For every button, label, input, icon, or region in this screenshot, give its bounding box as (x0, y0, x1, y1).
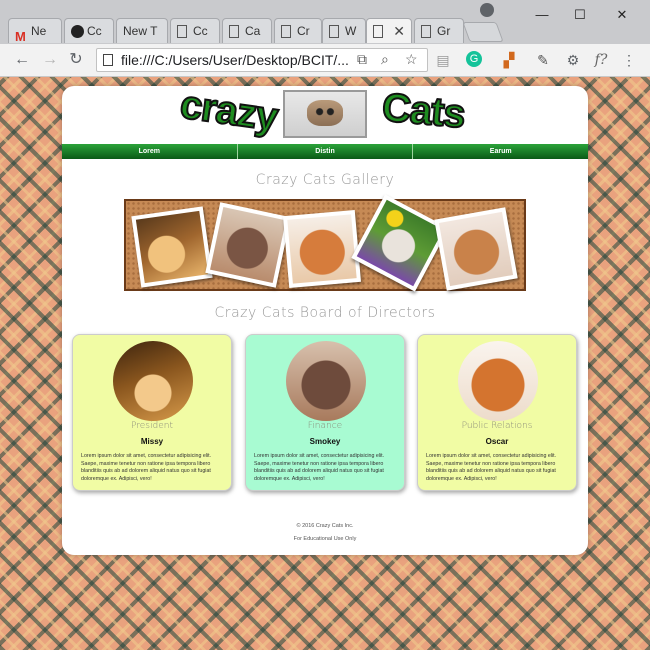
director-role: Finance (307, 421, 343, 431)
close-window-button[interactable]: ✕ (610, 6, 634, 24)
logo-text-left: crazy (176, 81, 280, 140)
page-icon (421, 25, 431, 38)
director-bio: Lorem ipsum dolor sit amet, consectetur … (426, 453, 557, 482)
page-info-icon[interactable] (103, 54, 113, 66)
toolbar: ← → ↻ file:///C:/Users/User/Desktop/BCIT… (0, 44, 650, 76)
function-extension-icon[interactable]: f? (592, 51, 610, 69)
tab-label: Ca (245, 24, 261, 38)
reload-icon[interactable]: ↻ (66, 50, 86, 70)
forward-icon[interactable]: → (40, 50, 60, 70)
nav-item-distin[interactable]: Distin (238, 144, 414, 159)
director-role: Public Relations (461, 421, 533, 431)
tab-label: Ne (31, 24, 47, 38)
page-icon (229, 25, 239, 38)
tab-gmail[interactable]: M Ne (8, 18, 62, 43)
logo-cat-image (283, 90, 367, 138)
eyedropper-icon[interactable]: ✎ (534, 51, 552, 69)
nav-item-earum[interactable]: Earum (413, 144, 588, 159)
cat-photo-3-icon (287, 214, 357, 284)
oscar-avatar (458, 341, 538, 421)
address-bar[interactable]: file:///C:/Users/User/Desktop/BCIT/... ⧉… (96, 48, 428, 72)
page-icon (373, 25, 383, 38)
main-nav: Lorem Distin Earum (62, 144, 588, 159)
director-bio: Lorem ipsum dolor sit amet, consectetur … (81, 453, 212, 482)
maximize-button[interactable]: ☐ (568, 6, 592, 24)
tab-label: Cc (87, 24, 102, 38)
gmail-icon: M (15, 29, 26, 43)
board-title: Crazy Cats Board of Directors (214, 305, 436, 321)
cat-photo-2-icon (210, 207, 286, 283)
director-name: Smokey (309, 437, 341, 446)
browser-chrome: M Ne Cc New T Cc Ca Cr W ✕ Gr — ☐ ✕ ← → … (0, 0, 650, 77)
tab-label: Cc (193, 24, 208, 38)
tab-page-6[interactable]: Cr (274, 18, 322, 43)
director-card-finance: Finance Smokey Lorem ipsum dolor sit ame… (245, 334, 405, 491)
gallery-photo-3[interactable] (282, 209, 362, 289)
smokey-avatar (286, 341, 366, 421)
copyright: © 2016 Crazy Cats Inc. (296, 523, 354, 529)
tab-page-4[interactable]: Cc (170, 18, 220, 43)
translate-icon[interactable]: ⧉ (357, 51, 367, 68)
gallery-corkboard (124, 194, 526, 292)
zoom-icon[interactable]: ⌕ (381, 51, 389, 68)
disclaimer: For Educational Use Only (293, 536, 357, 542)
url-text: file:///C:/Users/User/Desktop/BCIT/... (121, 52, 349, 68)
menu-icon[interactable]: ⋮ (620, 51, 638, 69)
nav-item-lorem[interactable]: Lorem (62, 144, 238, 159)
back-icon[interactable]: ← (12, 50, 32, 70)
tab-page-5[interactable]: Ca (222, 18, 272, 43)
page-container: crazy Cats Lorem Distin Earum Crazy Cats… (62, 81, 588, 555)
director-name: Missy (140, 437, 164, 446)
grammarly-icon[interactable]: G (466, 51, 482, 67)
director-role: President (131, 421, 173, 431)
gallery-photo-4[interactable] (351, 194, 449, 292)
tab-label: New T (123, 24, 158, 38)
cat-photo-5-icon (438, 211, 514, 287)
page-icon (281, 25, 291, 38)
close-tab-icon[interactable]: ✕ (393, 19, 405, 43)
director-card-president: President Missy Lorem ipsum dolor sit am… (72, 334, 232, 491)
tab-label: Cr (297, 24, 310, 38)
director-bio: Lorem ipsum dolor sit amet, consectetur … (254, 453, 385, 482)
director-name: Oscar (485, 437, 509, 446)
settings-gear-icon[interactable]: ⚙ (564, 51, 582, 69)
gallery-photo-1[interactable] (131, 206, 213, 288)
tab-label: Gr (437, 24, 451, 38)
github-icon (71, 25, 84, 38)
extension-icon[interactable]: ▞ (500, 51, 518, 69)
tab-page-9[interactable]: Gr (414, 18, 464, 43)
logo-text-right: Cats (379, 84, 467, 137)
tab-page-7[interactable]: W (322, 18, 366, 43)
gallery-photo-5[interactable] (434, 207, 518, 291)
gallery-title: Crazy Cats Gallery (255, 172, 395, 188)
cat-photo-1-icon (135, 210, 209, 284)
bookmark-star-icon[interactable]: ☆ (405, 51, 418, 68)
new-tab-button[interactable] (462, 22, 504, 42)
director-card-public-relations: Public Relations Oscar Lorem ipsum dolor… (417, 334, 577, 491)
tab-new[interactable]: New T (116, 18, 168, 43)
cat-photo-4-icon (356, 199, 444, 287)
gallery-photo-2[interactable] (205, 202, 291, 288)
account-icon[interactable] (480, 3, 494, 17)
pdf-extension-icon[interactable]: ▤ (434, 51, 452, 69)
tab-strip: M Ne Cc New T Cc Ca Cr W ✕ Gr — ☐ ✕ (0, 0, 650, 44)
page-icon (329, 25, 339, 38)
tab-github[interactable]: Cc (64, 18, 114, 43)
tab-active[interactable]: ✕ (366, 18, 412, 43)
minimize-button[interactable]: — (530, 6, 554, 24)
page-icon (177, 25, 187, 38)
cat-face-icon (307, 100, 343, 126)
tab-label: W (345, 24, 357, 38)
missy-avatar (113, 341, 193, 421)
